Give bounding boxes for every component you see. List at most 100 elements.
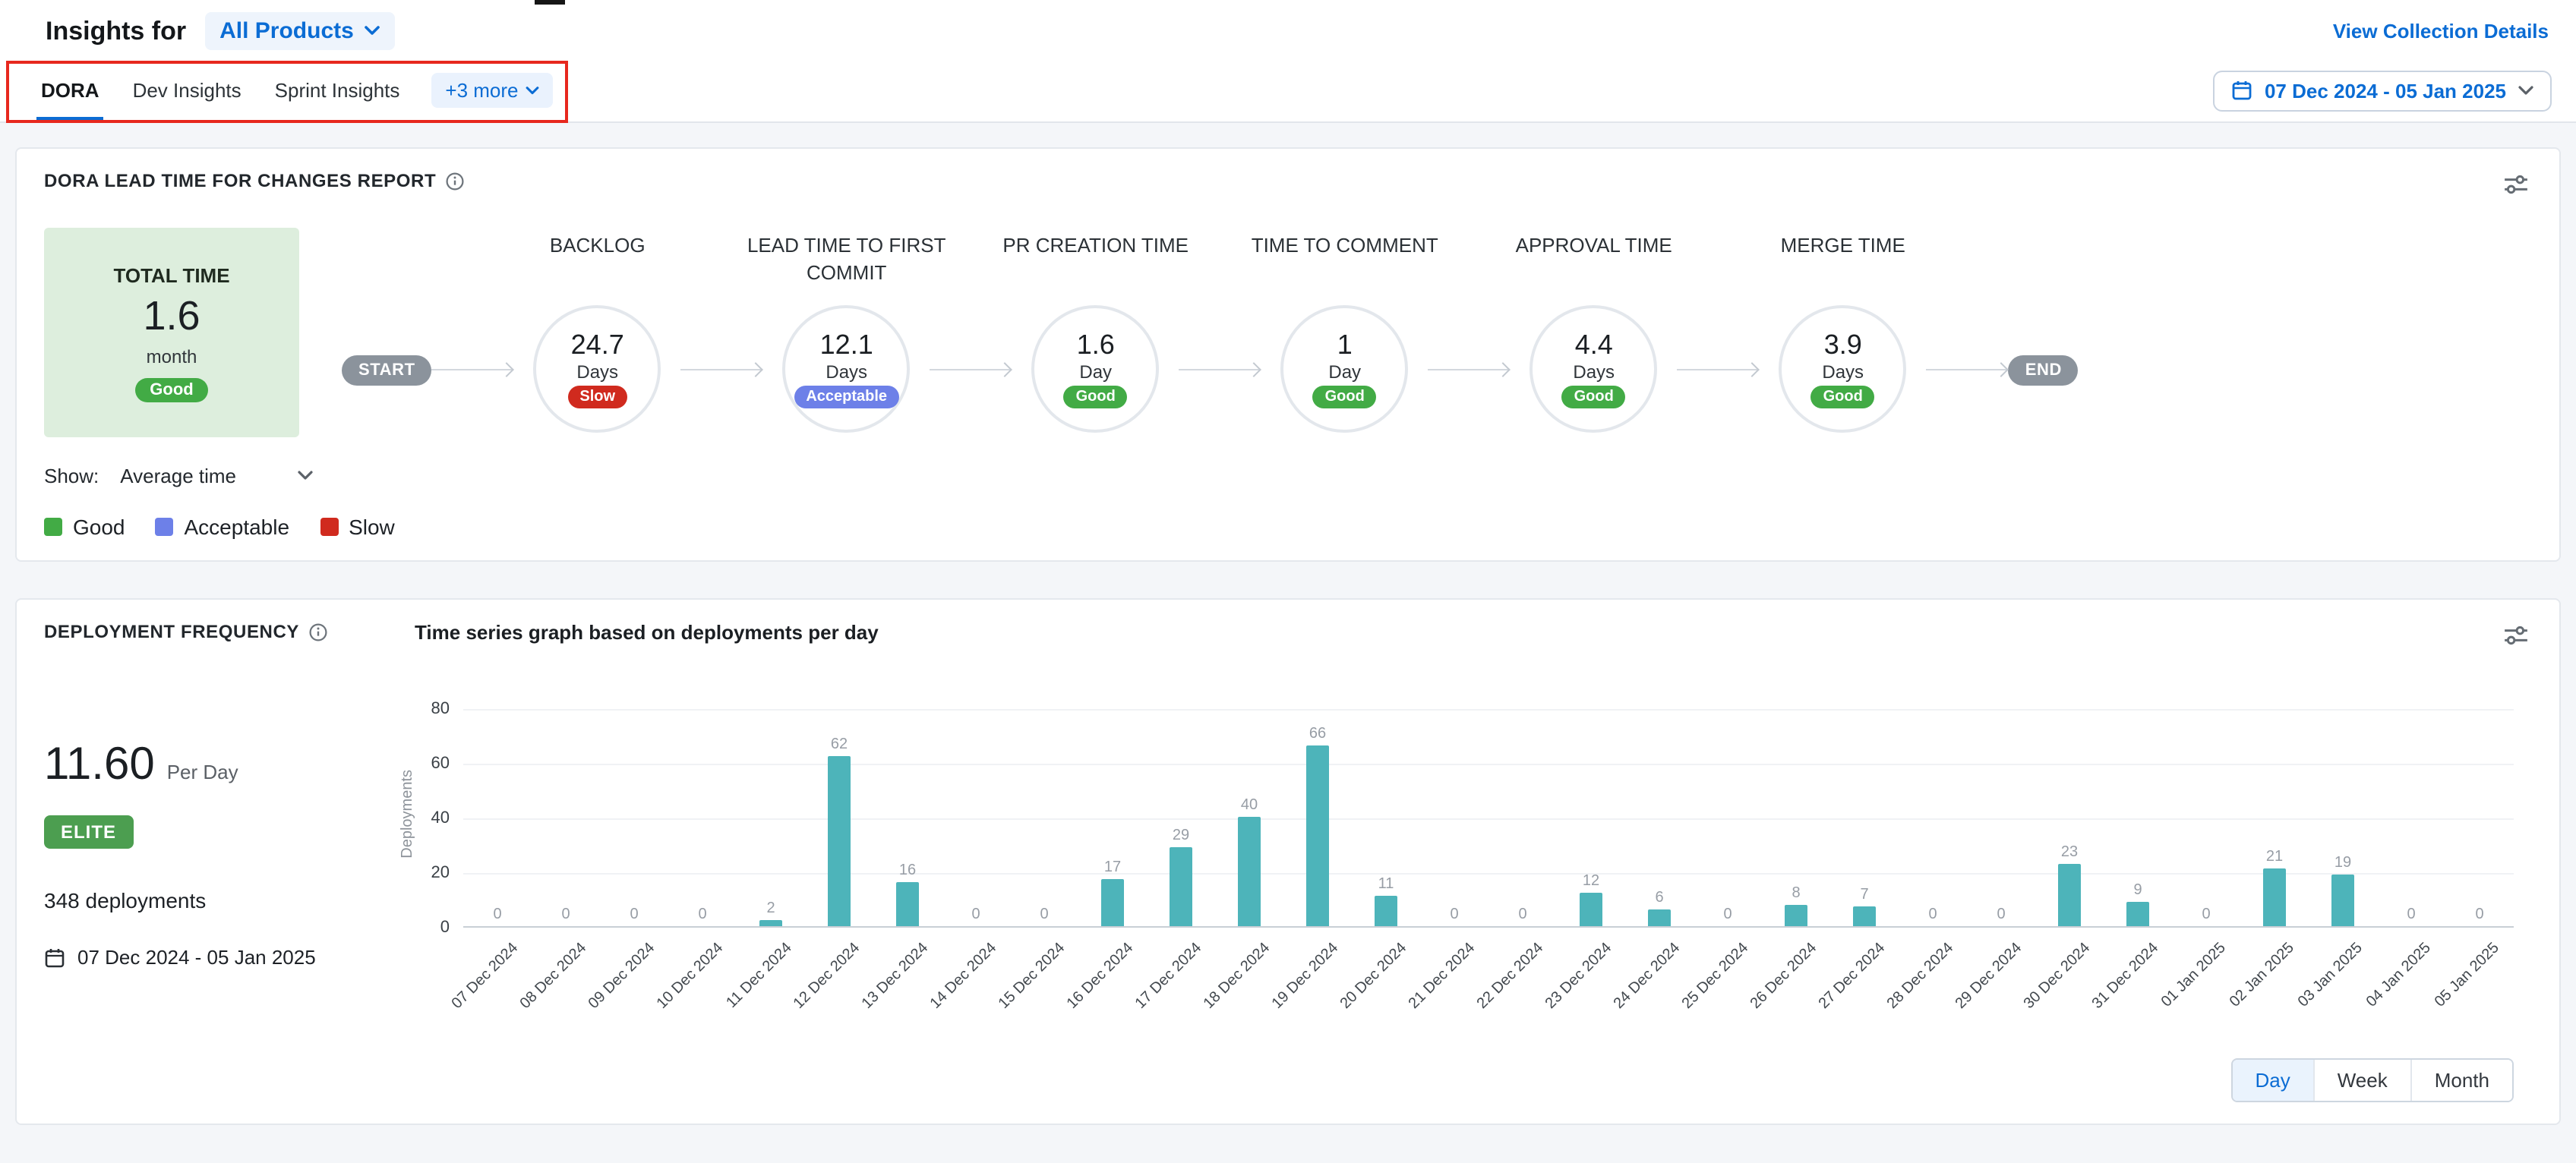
deployment-bar[interactable] [1853, 907, 1876, 926]
date-range-label: 07 Dec 2024 - 05 Jan 2025 [2265, 79, 2506, 102]
pipeline-stage: APPROVAL TIME4.4DaysGood [1511, 232, 1678, 433]
date-range-picker[interactable]: 07 Dec 2024 - 05 Jan 2025 [2213, 70, 2552, 111]
tab-bar: DORADev InsightsSprint Insights +3 more … [0, 59, 2576, 123]
bar-column: 23 [2035, 706, 2104, 926]
deployment-bar[interactable] [896, 882, 919, 926]
show-row: Show: Average time [44, 465, 2532, 487]
x-axis-labels: 07 Dec 202408 Dec 202409 Dec 202410 Dec … [463, 934, 2514, 1058]
deployment-bar[interactable] [2126, 902, 2149, 926]
lead-time-body: TOTAL TIME 1.6 month Good STARTBACKLOG24… [44, 228, 2532, 437]
stage-unit: Day [1079, 361, 1112, 383]
y-tick-label: 40 [431, 809, 450, 827]
bar-value-label: 8 [1792, 884, 1800, 901]
flow-arrow-icon [432, 369, 514, 370]
bar-value-label: 0 [1450, 906, 1458, 923]
x-tick: 05 Jan 2025 [2445, 934, 2514, 1058]
stage-metric-circle[interactable]: 24.7DaysSlow [534, 305, 661, 433]
stage-metric-circle[interactable]: 1.6DayGood [1032, 305, 1160, 433]
deployment-bar[interactable] [2331, 875, 2354, 926]
bar-value-label: 0 [1997, 906, 2005, 923]
tab-dora[interactable]: DORA [24, 59, 116, 121]
legend-label: Acceptable [185, 515, 290, 539]
granularity-day[interactable]: Day [2232, 1060, 2312, 1101]
bar-plot: 0000262160017294066110012608700239021190… [463, 706, 2514, 928]
more-tabs-button[interactable]: +3 more [431, 73, 553, 108]
lead-time-card: DORA LEAD TIME FOR CHANGES REPORT TOTAL … [15, 147, 2561, 562]
deployment-bar[interactable] [759, 921, 782, 926]
page-header: Insights for All Products View Collectio… [0, 0, 2576, 59]
granularity-month[interactable]: Month [2410, 1060, 2512, 1101]
bar-column: 0 [1420, 706, 1488, 926]
deployment-bar[interactable] [1375, 896, 1397, 926]
stage-metric-circle[interactable]: 12.1DaysAcceptable [783, 305, 911, 433]
y-tick-label: 0 [440, 919, 450, 937]
deployment-bar[interactable] [828, 757, 851, 926]
stage-label: BACKLOG [479, 232, 716, 287]
deployment-bar[interactable] [2263, 868, 2286, 926]
show-value-select[interactable]: Average time [120, 465, 236, 487]
bar-column: 0 [1899, 706, 1967, 926]
bar-column: 17 [1078, 706, 1147, 926]
stage-unit: Days [1822, 361, 1864, 383]
product-scope-selector[interactable]: All Products [204, 12, 395, 50]
stage-metric-circle[interactable]: 1DayGood [1281, 305, 1409, 433]
stage-metric-circle[interactable]: 3.9DaysGood [1779, 305, 1907, 433]
bar-column: 0 [463, 706, 532, 926]
x-tick-label: 07 Dec 2024 [449, 940, 522, 1013]
bar-value-label: 7 [1860, 887, 1868, 904]
more-tabs-label: +3 more [445, 79, 518, 102]
stage-rating-badge: Good [1811, 386, 1875, 408]
bar-value-label: 0 [493, 906, 501, 923]
stage-unit: Days [826, 361, 867, 383]
total-deployments: 348 deployments [44, 888, 393, 912]
tab-sprint-insights[interactable]: Sprint Insights [258, 59, 417, 121]
legend-label: Good [73, 515, 125, 539]
widget-settings-icon[interactable] [2500, 621, 2532, 654]
bar-value-label: 0 [698, 906, 706, 923]
deployment-card-header: DEPLOYMENT FREQUENCY Time series graph b… [44, 621, 2532, 654]
deployment-bar[interactable] [1306, 745, 1329, 926]
legend-swatch [320, 518, 338, 536]
bar-column: 66 [1283, 706, 1352, 926]
bar-column: 0 [600, 706, 668, 926]
bar-value-label: 0 [2407, 906, 2415, 923]
stage-label: MERGE TIME [1725, 232, 1962, 287]
deployment-bar[interactable] [1648, 909, 1671, 926]
bar-value-label: 0 [1518, 906, 1526, 923]
deployment-bar[interactable] [1580, 894, 1602, 926]
deployment-card-body: 11.60 Per Day ELITE 348 deployments 07 D… [44, 660, 2532, 1102]
bar-column: 0 [942, 706, 1010, 926]
info-icon[interactable] [308, 622, 328, 641]
info-icon[interactable] [445, 171, 465, 191]
bar-value-label: 16 [899, 862, 916, 879]
total-time-value: 1.6 [143, 292, 200, 339]
bar-column: 9 [2104, 706, 2172, 926]
legend: Good Acceptable Slow [44, 515, 2532, 539]
bar-column: 8 [1762, 706, 1830, 926]
granularity-week[interactable]: Week [2313, 1060, 2410, 1101]
deployments-chart: Deployments 0000262160017294066110012608… [393, 660, 2532, 1102]
bar-value-label: 2 [766, 901, 775, 918]
chevron-down-icon[interactable] [297, 471, 312, 481]
stage-metric-circle[interactable]: 4.4DaysGood [1530, 305, 1658, 433]
deployment-bar[interactable] [1170, 847, 1192, 926]
deployment-bar[interactable] [2058, 863, 2081, 926]
deployment-stats: 11.60 Per Day ELITE 348 deployments 07 D… [44, 660, 393, 1102]
deployment-bar[interactable] [1101, 880, 1124, 926]
deployment-bar[interactable] [1238, 817, 1261, 926]
stage-label: TIME TO COMMENT [1226, 232, 1463, 287]
stage-value: 12.1 [820, 329, 873, 361]
bar-value-label: 66 [1309, 726, 1326, 742]
widget-settings-icon[interactable] [2500, 170, 2532, 203]
lead-time-card-title: DORA LEAD TIME FOR CHANGES REPORT [44, 170, 436, 191]
stage-rating-badge: Good [1313, 386, 1377, 408]
chart-title: Time series graph based on deployments p… [415, 621, 879, 644]
deployment-bar[interactable] [1785, 904, 1807, 926]
bar-value-label: 11 [1378, 876, 1394, 893]
stage-unit: Days [576, 361, 618, 383]
view-collection-details-link[interactable]: View Collection Details [2333, 20, 2549, 43]
tab-dev-insights[interactable]: Dev Insights [116, 59, 258, 121]
bar-value-label: 0 [1723, 906, 1732, 923]
bar-column: 16 [873, 706, 942, 926]
legend-item: Slow [320, 515, 395, 539]
